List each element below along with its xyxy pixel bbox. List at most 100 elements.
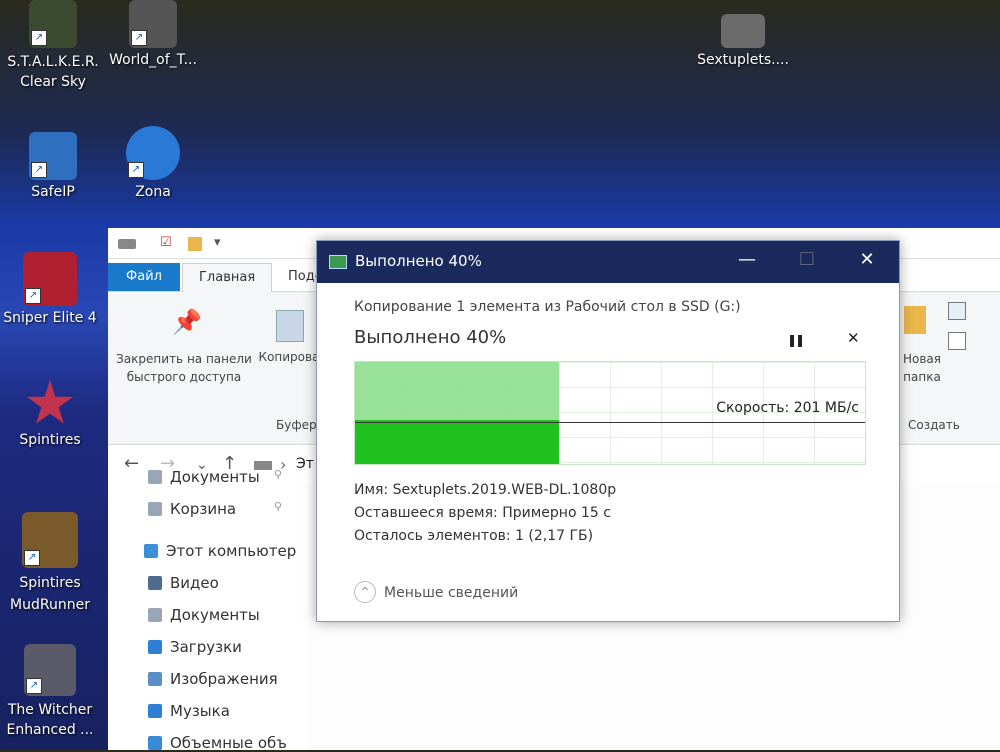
- desktop-icon-label: World_of_T...: [109, 52, 197, 68]
- nav-item-label: Этот компьютер: [166, 542, 297, 560]
- copy-icon: [276, 310, 304, 342]
- desktop-icon-zona[interactable]: ↗ Zona: [103, 126, 203, 200]
- shortcut-icon: ↗: [131, 30, 147, 46]
- shortcut-icon: ↗: [26, 678, 42, 694]
- time-remaining: Оставшееся время: Примерно 15 с: [354, 505, 611, 521]
- close-button[interactable]: ✕: [847, 249, 887, 270]
- dialog-title: Выполнено 40%: [355, 252, 482, 270]
- minimize-button[interactable]: —: [727, 249, 767, 270]
- world-of-tanks-icon: ↗: [129, 0, 177, 48]
- maximize-button[interactable]: ☐: [787, 249, 827, 270]
- nav-item-music[interactable]: Музыка: [148, 702, 230, 720]
- desktop-icon-sextuplets[interactable]: Sextuplets....: [693, 14, 793, 68]
- desktop-icon-safeip[interactable]: ↗ SafeIP: [3, 132, 103, 200]
- qat-dropdown-icon[interactable]: ▾: [214, 235, 221, 250]
- spintires-star-icon: [26, 380, 74, 424]
- nav-item-videos[interactable]: Видео: [148, 574, 219, 592]
- progress-fill-current: [355, 420, 559, 464]
- desktop-icon-label: Zona: [135, 184, 171, 200]
- address-path[interactable]: Эт: [296, 456, 314, 472]
- sniper-elite-icon: ↗: [23, 252, 77, 306]
- desktop-icon-label: S.T.A.L.K.E.R. Clear Sky: [7, 54, 99, 90]
- less-details-label: Меньше сведений: [384, 585, 519, 601]
- pictures-icon: [148, 672, 162, 686]
- computer-icon: [144, 544, 158, 558]
- properties-icon[interactable]: ☑: [160, 235, 172, 250]
- shortcut-icon: ↗: [24, 550, 40, 566]
- download-arrow-icon: [148, 640, 162, 654]
- clipboard-group-label: Буфер: [276, 418, 317, 432]
- nav-item-documents[interactable]: Документы: [148, 606, 260, 624]
- video-file-icon: [721, 14, 765, 48]
- desktop-icon-label: SafeIP: [31, 184, 75, 200]
- nav-item-label: Документы: [170, 606, 260, 624]
- stalker-icon: ↗: [29, 0, 77, 48]
- documents-icon: [148, 608, 162, 622]
- pin-to-quick-access-button[interactable]: Закрепить на панели быстрого доступа: [114, 350, 254, 386]
- witcher-icon: ↗: [24, 644, 76, 696]
- new-folder-button[interactable]: Новая папка: [894, 350, 950, 386]
- dialog-title-bar: Выполнено 40% — ☐ ✕: [317, 241, 899, 283]
- speed-label: Скорость: 201 МБ/с: [716, 400, 859, 416]
- nav-item-label: Загрузки: [170, 638, 242, 656]
- chevron-up-icon: ⌃: [354, 581, 376, 603]
- nav-item-label: Объемные объ: [170, 734, 287, 752]
- new-folder-icon: [904, 306, 926, 334]
- desktop-icon-spintires[interactable]: Spintires: [0, 380, 100, 448]
- mudrunner-icon: ↗: [22, 512, 78, 568]
- nav-item-label: Корзина: [170, 500, 237, 518]
- desktop-icon-label: Sextuplets....: [697, 52, 789, 68]
- desktop-icon-sniper-elite[interactable]: ↗ Sniper Elite 4: [0, 252, 100, 326]
- music-note-icon: [148, 704, 162, 718]
- copy-dialog-icon: [329, 255, 347, 269]
- documents-icon: [148, 470, 162, 484]
- recycle-bin-icon: [148, 502, 162, 516]
- nav-item-recycle-bin[interactable]: Корзина ⚲: [148, 500, 282, 518]
- nav-item-label: Музыка: [170, 702, 230, 720]
- file-name: Имя: Sextuplets.2019.WEB-DL.1080p: [354, 482, 617, 498]
- nav-item-label: Изображения: [170, 670, 278, 688]
- less-details-toggle[interactable]: ⌃ Меньше сведений: [354, 581, 518, 603]
- shortcut-icon: ↗: [31, 30, 47, 46]
- folder-icon[interactable]: [188, 237, 202, 251]
- navigation-pane: Документы ⚲ Корзина ⚲ Этот компьютер Видео…: [108, 468, 308, 752]
- desktop-icon-witcher[interactable]: ↗ The Witcher Enhanced ...: [0, 644, 100, 740]
- new-item-icon[interactable]: [948, 302, 966, 320]
- cube-icon: [148, 736, 162, 750]
- nav-item-documents-pinned[interactable]: Документы ⚲: [148, 468, 282, 486]
- desktop-icon-label: Spintires: [19, 432, 81, 448]
- nav-item-label: Документы: [170, 468, 260, 486]
- cancel-copy-button[interactable]: ✕: [847, 329, 860, 347]
- desktop-icon-label: Spintires MudRunner: [10, 575, 90, 613]
- copy-button[interactable]: Копирова: [254, 350, 324, 364]
- pin-icon: 📌: [172, 308, 202, 336]
- zona-icon: ↗: [126, 126, 180, 180]
- nav-item-label: Видео: [170, 574, 219, 592]
- transfer-speed-graph: Скорость: 201 МБ/с: [354, 361, 866, 465]
- progress-heading: Выполнено 40%: [354, 327, 507, 348]
- nav-item-downloads[interactable]: Загрузки: [148, 638, 242, 656]
- pin-icon: ⚲: [274, 500, 283, 513]
- tab-home[interactable]: Главная: [182, 263, 273, 292]
- desktop-icon-stalker[interactable]: ↗ S.T.A.L.K.E.R. Clear Sky: [3, 0, 103, 92]
- items-remaining: Осталось элементов: 1 (2,17 ГБ): [354, 528, 594, 544]
- safeip-shield-icon: ↗: [29, 132, 77, 180]
- nav-item-this-pc[interactable]: Этот компьютер: [144, 542, 296, 560]
- tab-file[interactable]: Файл: [108, 263, 180, 291]
- easy-access-icon[interactable]: [948, 332, 966, 350]
- drive-icon[interactable]: [118, 239, 136, 249]
- shortcut-icon: ↗: [128, 162, 144, 178]
- desktop-icon-world-of-tanks[interactable]: ↗ World_of_T...: [103, 0, 203, 68]
- nav-item-3d-objects[interactable]: Объемные объ: [148, 734, 287, 752]
- pin-icon: ⚲: [274, 468, 283, 481]
- desktop-icon-label: The Witcher Enhanced ...: [6, 702, 94, 738]
- back-icon[interactable]: ←: [124, 453, 139, 474]
- shortcut-icon: ↗: [25, 288, 41, 304]
- video-icon: [148, 576, 162, 590]
- nav-item-pictures[interactable]: Изображения: [148, 670, 278, 688]
- pause-button[interactable]: ❚❚: [787, 333, 805, 347]
- desktop-icon-mudrunner[interactable]: ↗ Spintires MudRunner: [0, 512, 100, 616]
- desktop-icon-label: Sniper Elite 4: [3, 310, 97, 326]
- speed-line: [355, 422, 865, 423]
- copy-progress-dialog: Выполнено 40% — ☐ ✕ Копирование 1 элемен…: [316, 240, 900, 622]
